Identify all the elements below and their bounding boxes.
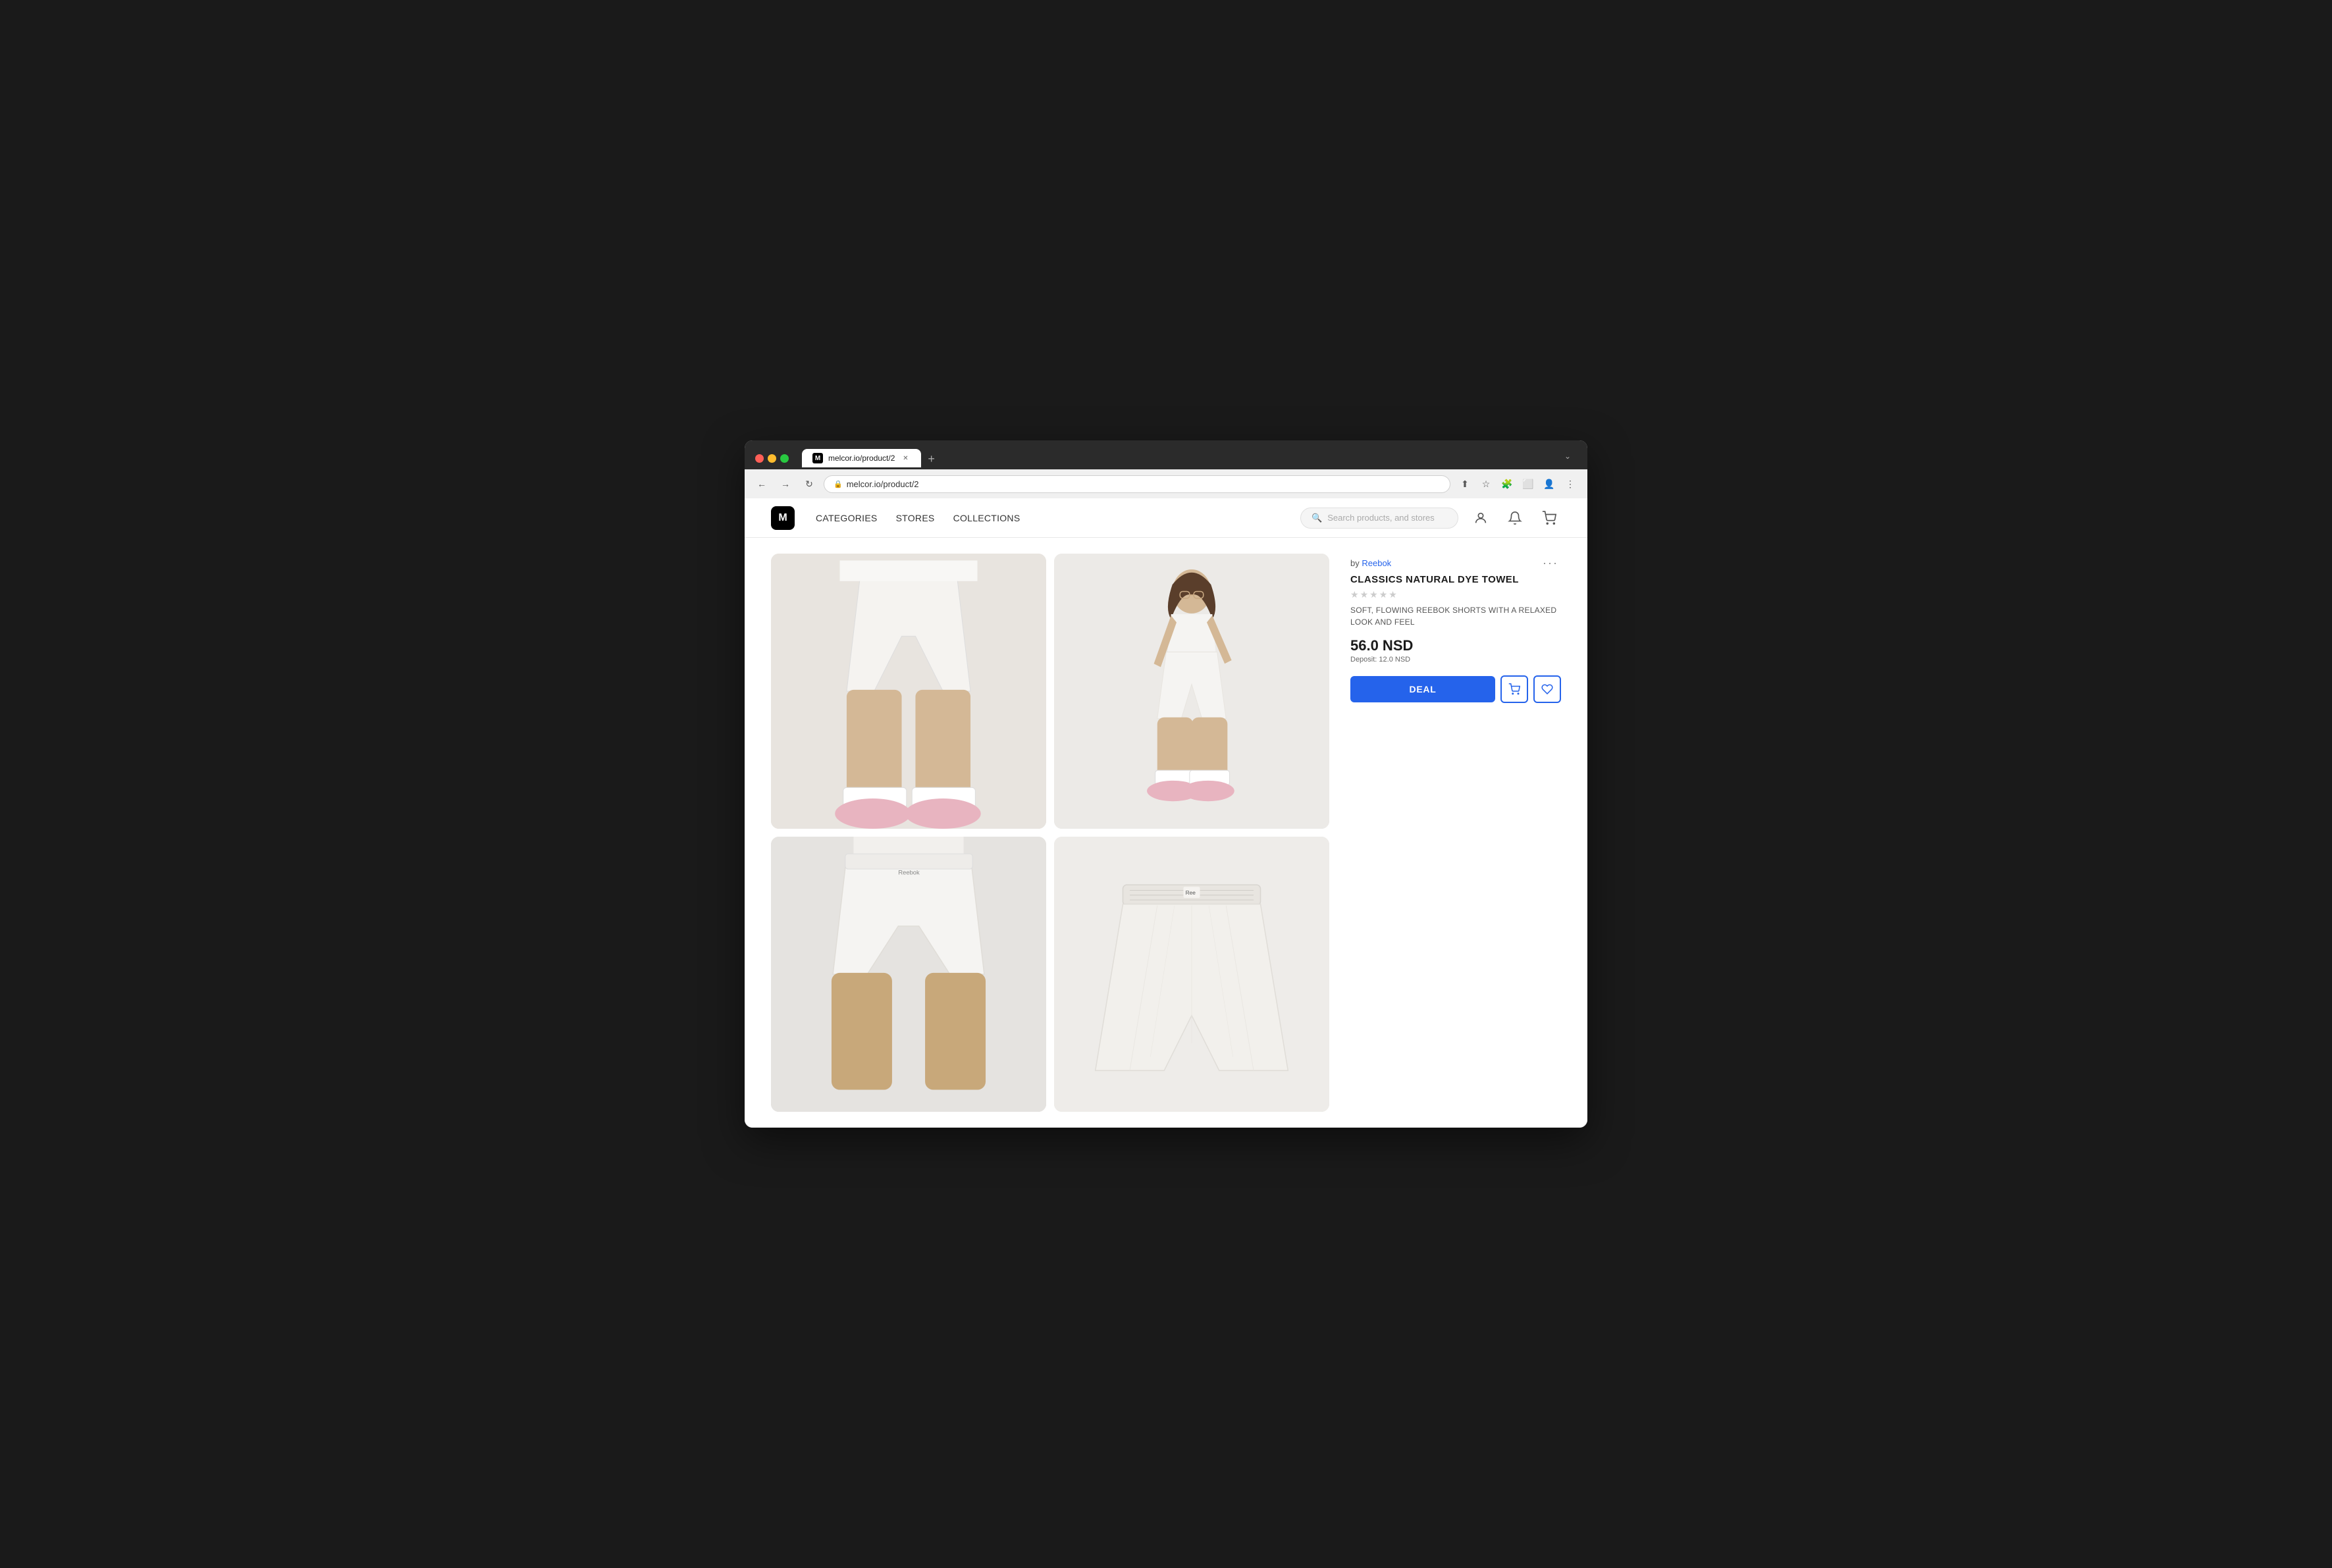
star-2: ★ <box>1360 589 1369 600</box>
svg-text:Ree: Ree <box>1186 889 1196 896</box>
cart-add-icon <box>1508 683 1520 695</box>
lock-icon: 🔒 <box>834 480 843 488</box>
menu-button[interactable]: ⋮ <box>1561 475 1579 493</box>
notifications-button[interactable] <box>1503 506 1527 530</box>
product-figure-2 <box>1054 554 1329 829</box>
product-images: Reebok <box>771 554 1329 1112</box>
traffic-lights <box>755 454 789 463</box>
product-more-button[interactable]: ··· <box>1540 556 1561 570</box>
share-button[interactable]: ⬆ <box>1456 475 1474 493</box>
heart-icon <box>1541 683 1553 695</box>
new-tab-button[interactable]: + <box>922 450 940 467</box>
star-4: ★ <box>1379 589 1388 600</box>
address-bar[interactable]: 🔒 melcor.io/product/2 <box>824 475 1450 493</box>
active-tab[interactable]: M melcor.io/product/2 ✕ <box>802 449 921 467</box>
window-minimize-button[interactable]: ⌄ <box>1558 447 1577 465</box>
tab-close-icon[interactable]: ✕ <box>900 453 911 463</box>
sidebar-button[interactable]: ⬜ <box>1519 475 1537 493</box>
nav-categories[interactable]: CATEGORIES <box>816 513 878 523</box>
app-content: M CATEGORIES STORES COLLECTIONS 🔍 Search… <box>745 498 1587 1128</box>
product-figure-1 <box>771 554 1046 829</box>
site-header: M CATEGORIES STORES COLLECTIONS 🔍 Search… <box>745 498 1587 538</box>
star-1: ★ <box>1350 589 1359 600</box>
bell-icon <box>1508 511 1522 525</box>
extensions-button[interactable]: 🧩 <box>1498 475 1516 493</box>
forward-button[interactable]: → <box>776 475 795 493</box>
nav-collections[interactable]: COLLECTIONS <box>953 513 1020 523</box>
product-figure-4: Ree <box>1054 837 1329 1112</box>
toolbar-actions: ⬆ ☆ 🧩 ⬜ 👤 ⋮ <box>1456 475 1579 493</box>
main-content: Reebok <box>745 538 1587 1128</box>
product-actions: DEAL <box>1350 675 1561 703</box>
product-figure-3: Reebok <box>771 837 1046 1112</box>
bookmark-button[interactable]: ☆ <box>1477 475 1495 493</box>
site-logo[interactable]: M <box>771 506 795 530</box>
deal-button[interactable]: DEAL <box>1350 676 1495 702</box>
profile-button[interactable]: 👤 <box>1540 475 1558 493</box>
product-image-2[interactable] <box>1054 554 1329 829</box>
tab-favicon-icon: M <box>812 453 823 463</box>
product-brand-row: by Reebok ··· <box>1350 556 1561 570</box>
fullscreen-button[interactable] <box>780 454 789 463</box>
product-details: by Reebok ··· CLASSICS NATURAL DYE TOWEL… <box>1350 554 1561 1112</box>
product-title: CLASSICS NATURAL DYE TOWEL <box>1350 574 1561 585</box>
tab-title: melcor.io/product/2 <box>828 454 895 463</box>
brand-link[interactable]: Reebok <box>1362 558 1391 568</box>
star-3: ★ <box>1369 589 1378 600</box>
close-button[interactable] <box>755 454 764 463</box>
wishlist-button[interactable] <box>1533 675 1561 703</box>
add-to-cart-button[interactable] <box>1500 675 1528 703</box>
site-nav: CATEGORIES STORES COLLECTIONS <box>816 513 1020 523</box>
product-rating: ★ ★ ★ ★ ★ <box>1350 589 1561 600</box>
tab-bar: M melcor.io/product/2 ✕ + <box>802 449 1553 467</box>
user-icon-button[interactable] <box>1469 506 1493 530</box>
browser-toolbar: ← → ↻ 🔒 melcor.io/product/2 ⬆ ☆ 🧩 ⬜ 👤 ⋮ <box>745 469 1587 498</box>
browser-window: M melcor.io/product/2 ✕ + ⌄ ← → ↻ 🔒 melc… <box>745 440 1587 1128</box>
minimize-button[interactable] <box>768 454 776 463</box>
product-price: 56.0 NSD <box>1350 637 1561 654</box>
search-icon: 🔍 <box>1312 513 1322 523</box>
cart-button[interactable] <box>1537 506 1561 530</box>
star-5: ★ <box>1389 589 1397 600</box>
header-right: 🔍 Search products, and stores <box>1300 506 1561 530</box>
product-description: SOFT, FLOWING REEBOK SHORTS WITH A RELAX… <box>1350 604 1561 628</box>
product-image-3[interactable]: Reebok <box>771 837 1046 1112</box>
search-bar[interactable]: 🔍 Search products, and stores <box>1300 508 1458 529</box>
cart-icon <box>1542 511 1556 525</box>
header-left: M CATEGORIES STORES COLLECTIONS <box>771 506 1020 530</box>
nav-stores[interactable]: STORES <box>896 513 935 523</box>
product-brand: by Reebok <box>1350 558 1391 568</box>
back-button[interactable]: ← <box>753 475 771 493</box>
search-placeholder-text: Search products, and stores <box>1327 513 1435 523</box>
product-image-1[interactable] <box>771 554 1046 829</box>
product-image-4[interactable]: Ree <box>1054 837 1329 1112</box>
browser-titlebar: M melcor.io/product/2 ✕ + ⌄ <box>745 440 1587 469</box>
address-text: melcor.io/product/2 <box>847 479 919 489</box>
product-deposit: Deposit: 12.0 NSD <box>1350 656 1561 664</box>
user-icon <box>1473 511 1488 525</box>
reload-button[interactable]: ↻ <box>800 475 818 493</box>
browser-controls: M melcor.io/product/2 ✕ + ⌄ <box>755 447 1577 469</box>
svg-text:Reebok: Reebok <box>898 868 920 875</box>
